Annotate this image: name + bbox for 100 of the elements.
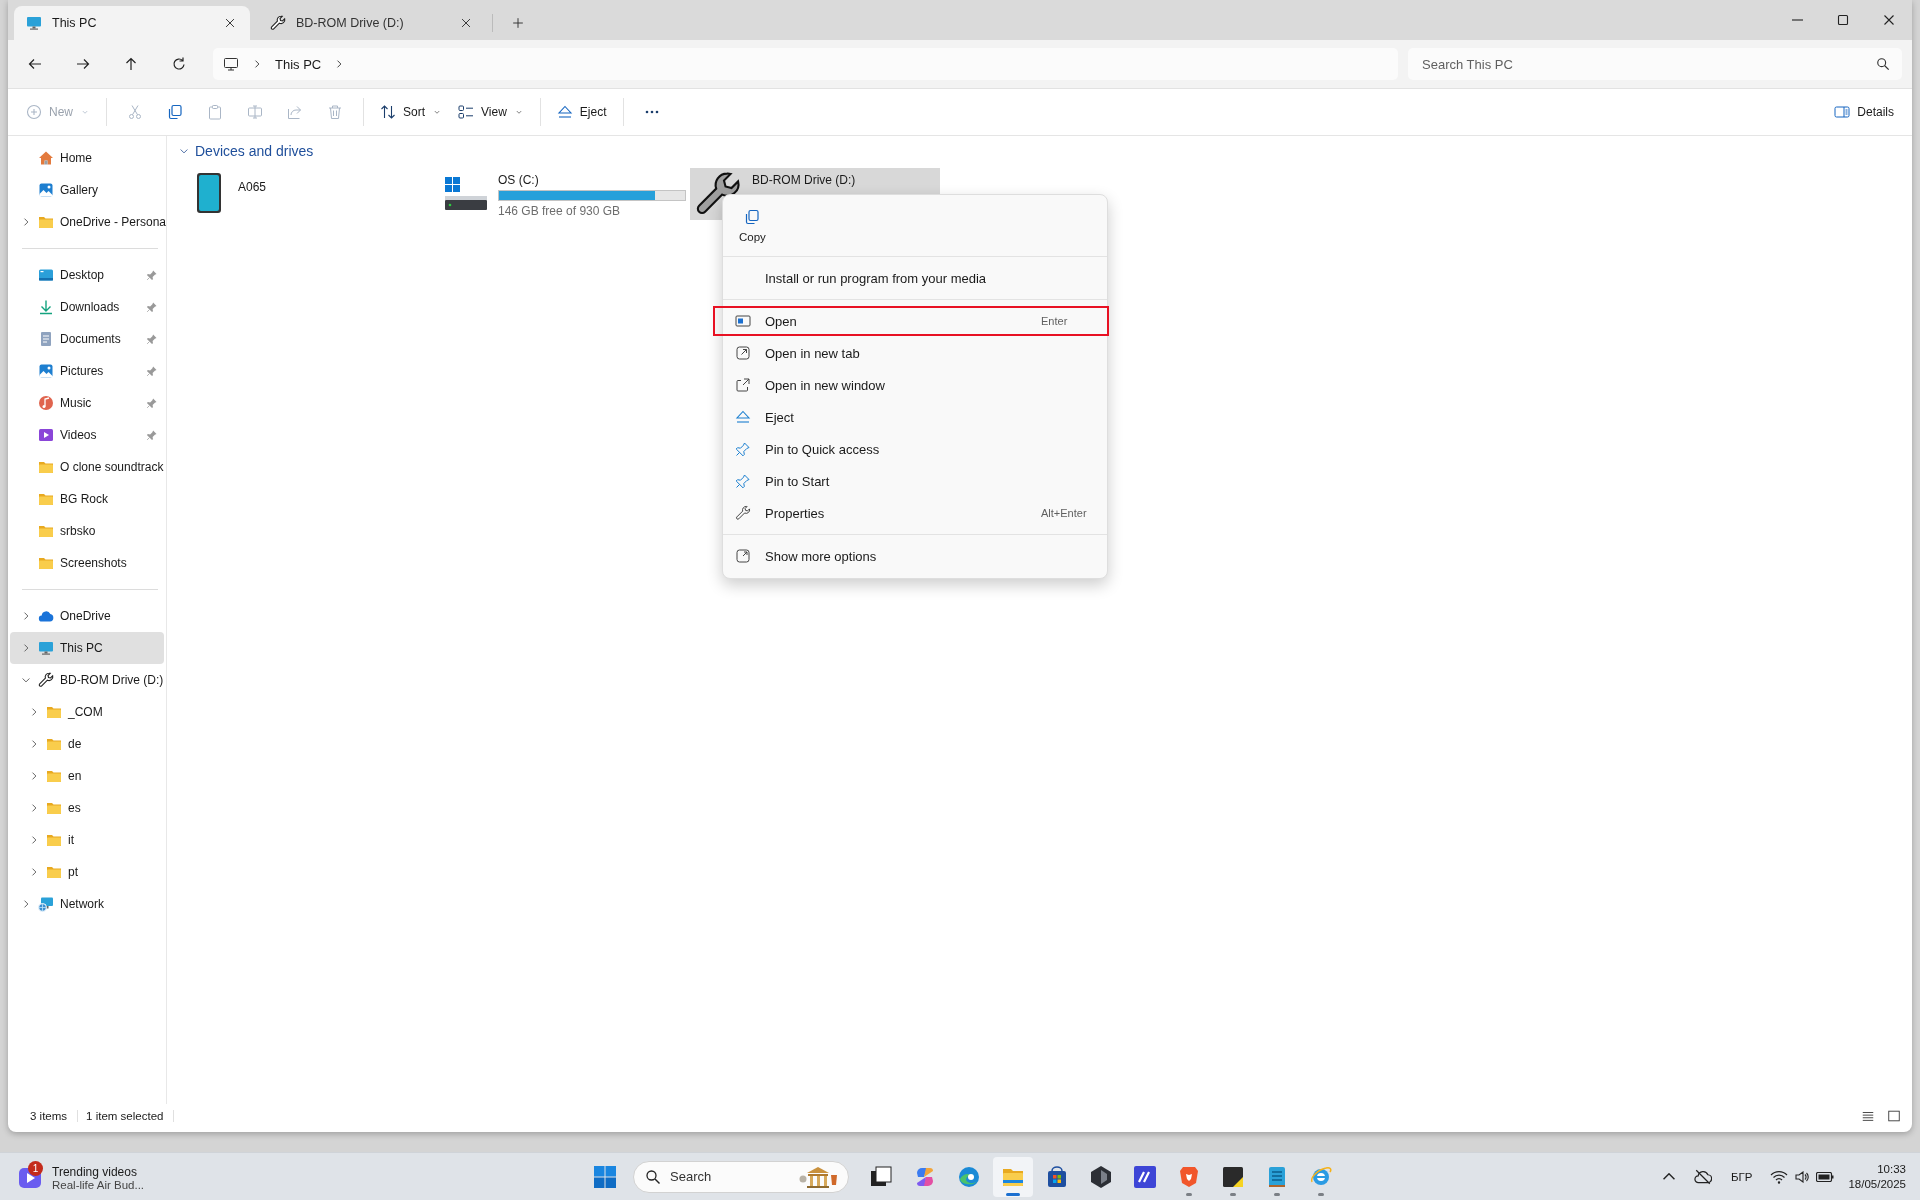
sidebar-item[interactable]: OneDrive <box>10 600 164 632</box>
shopping-bag-icon <box>1045 1164 1069 1189</box>
video-icon <box>38 427 54 443</box>
sidebar-item[interactable]: es <box>10 792 164 824</box>
share-icon <box>287 104 303 120</box>
menu-item[interactable]: Pin to Quick access <box>727 433 1103 465</box>
menu-item[interactable]: Open in new tab <box>727 337 1103 369</box>
drive-tile[interactable]: A065 <box>190 168 440 220</box>
view-button[interactable]: View <box>450 96 532 128</box>
status-text: 1 item selected <box>78 1110 175 1122</box>
search-icon <box>1876 57 1890 71</box>
cloud-icon <box>38 608 54 624</box>
sidebar-item[interactable]: Screenshots <box>10 547 164 579</box>
sidebar-item[interactable]: Documents <box>10 323 164 355</box>
sidebar-item[interactable]: This PC <box>10 632 164 664</box>
window-icon <box>735 313 751 329</box>
desktop-icon <box>38 267 54 283</box>
folder-icon <box>38 523 54 539</box>
wrench-icon <box>38 672 54 688</box>
temple-illustration-icon <box>799 1165 839 1188</box>
menu-item[interactable]: Show more options <box>727 540 1103 572</box>
details-button[interactable]: Details <box>1826 96 1902 128</box>
copy-icon <box>744 209 761 225</box>
wave-circle-icon <box>957 1164 981 1189</box>
sidebar-item[interactable]: Gallery <box>10 174 164 206</box>
pin-icon <box>146 365 158 377</box>
eject-button[interactable]: Eject <box>548 96 615 128</box>
copy-button[interactable]: Copy <box>731 203 774 249</box>
widget-subtitle: Real-life Air Bud... <box>52 1178 145 1191</box>
cloud-off-icon <box>1694 1167 1712 1186</box>
drive-name: A065 <box>238 180 267 194</box>
section-header[interactable]: Devices and drives <box>178 142 1912 160</box>
free-space-text: 146 GB free of 930 GB <box>498 204 622 218</box>
notification-badge: 1 <box>28 1160 43 1176</box>
folder-icon <box>38 491 54 507</box>
sidebar-item[interactable]: de <box>10 728 164 760</box>
plus-icon <box>511 16 525 30</box>
sidebar-item[interactable]: Pictures <box>10 355 164 387</box>
details-pane-icon <box>1834 104 1851 120</box>
wrench-icon <box>270 15 286 31</box>
phone-icon <box>196 172 222 214</box>
minimize-icon <box>1791 19 1803 21</box>
sidebar-item[interactable]: pt <box>10 856 164 888</box>
pin-icon <box>146 301 158 313</box>
status-text: 3 items <box>22 1110 79 1122</box>
sidebar-item[interactable]: Videos <box>10 419 164 451</box>
menu-item[interactable]: Properties Alt+Enter <box>727 497 1103 529</box>
search-field[interactable]: Search This PC <box>1408 48 1902 80</box>
language-button[interactable]: БГР <box>1723 1158 1761 1195</box>
drive-name: BD-ROM Drive (D:) <box>752 173 856 187</box>
folder-icon <box>46 704 62 720</box>
sidebar-item[interactable]: _COM <box>10 696 164 728</box>
clipboard-icon <box>207 104 223 120</box>
monitor-icon <box>26 15 42 31</box>
sidebar-item[interactable]: it <box>10 824 164 856</box>
slashes-icon <box>1133 1164 1157 1189</box>
sidebar-item[interactable]: BG Rock <box>10 483 164 515</box>
sidebar-item[interactable]: srbsko <box>10 515 164 547</box>
pin-icon <box>146 429 158 441</box>
wrench-icon <box>735 505 751 521</box>
chevron-up-icon <box>1663 1173 1675 1180</box>
clock-time: 10:33 <box>1877 1163 1906 1175</box>
sidebar-item[interactable]: en <box>10 760 164 792</box>
refresh-icon <box>171 56 187 72</box>
sidebar-item[interactable]: O clone soundtrack <box>10 451 164 483</box>
sort-icon <box>380 104 396 120</box>
sort-button[interactable]: Sort <box>372 96 451 128</box>
tab[interactable]: This PC <box>14 6 250 40</box>
image-icon <box>38 363 54 379</box>
monitor-icon <box>38 640 54 656</box>
house-icon <box>38 150 54 166</box>
sidebar-item[interactable]: Downloads <box>10 291 164 323</box>
folder-icon <box>38 214 54 230</box>
menu-item[interactable]: Eject <box>727 401 1103 433</box>
folder-icon <box>46 832 62 848</box>
trash-icon <box>327 104 343 120</box>
drive-tile[interactable]: OS (C:) 146 GB free of 930 GB <box>440 168 690 220</box>
sidebar-item[interactable]: Desktop <box>10 259 164 291</box>
taskbar-search-field[interactable]: Search <box>633 1160 849 1193</box>
menu-item[interactable]: Install or run program from your media <box>727 262 1103 294</box>
running-indicator <box>1006 1192 1020 1196</box>
menu-item[interactable]: Pin to Start <box>727 465 1103 497</box>
tile-view-icon <box>1887 1109 1901 1123</box>
clock-button[interactable]: 10:33 18/05/2025 <box>1844 1163 1910 1190</box>
running-indicator <box>1318 1192 1324 1196</box>
folder-icon <box>38 555 54 571</box>
address-bar[interactable]: This PC <box>213 48 1398 80</box>
sidebar-item[interactable]: Music <box>10 387 164 419</box>
menu-item[interactable]: Open in new window <box>727 369 1103 401</box>
sidebar-item[interactable]: Home <box>10 142 164 174</box>
tab[interactable]: BD-ROM Drive (D:) <box>258 6 486 40</box>
hexagon-icon <box>1089 1164 1113 1189</box>
back-arrow-icon <box>27 56 43 72</box>
news-widget[interactable]: 1 Trending videos Real-life Air Bud... <box>0 1158 300 1195</box>
sidebar-item[interactable]: Network <box>10 888 164 920</box>
sidebar-item[interactable]: OneDrive - Persona <box>10 206 164 238</box>
overlapping-windows-icon <box>869 1164 893 1189</box>
breadcrumb-item[interactable]: This PC <box>275 56 322 72</box>
clock-date: 18/05/2025 <box>1848 1178 1906 1190</box>
sidebar-item[interactable]: BD-ROM Drive (D:) <box>10 664 164 696</box>
